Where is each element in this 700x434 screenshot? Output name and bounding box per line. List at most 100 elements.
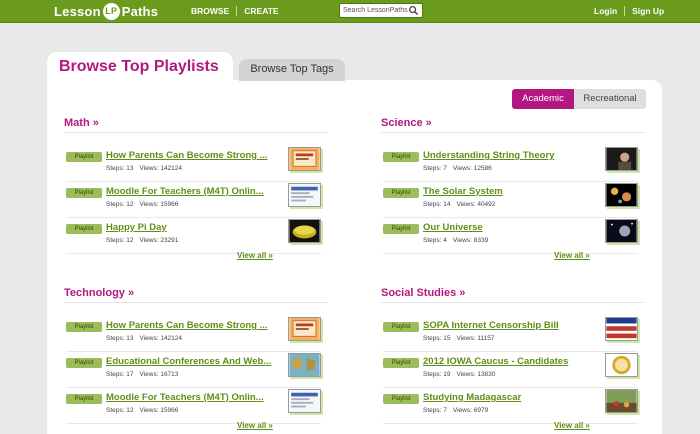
tab-browse-top-playlists[interactable]: Browse Top Playlists bbox=[47, 52, 233, 86]
item-divider bbox=[383, 253, 638, 254]
item-divider bbox=[66, 351, 321, 352]
views-count: 142124 bbox=[160, 335, 183, 342]
playlist-stats: Steps: 12 Views: 15966 bbox=[106, 201, 178, 208]
steps-count: 4 bbox=[443, 237, 447, 244]
academic-toggle-button[interactable]: Academic bbox=[512, 89, 574, 109]
section-title-link[interactable]: Science » bbox=[381, 117, 432, 129]
playlist-stats: Steps: 19 Views: 13830 bbox=[423, 371, 495, 378]
search-icon[interactable] bbox=[408, 5, 419, 16]
playlist-item: Playlist The Solar System Steps: 14 Views: … bbox=[383, 183, 638, 222]
views-label: Views: bbox=[139, 165, 159, 172]
steps-label: Steps: bbox=[106, 165, 125, 172]
item-divider bbox=[66, 217, 321, 218]
view-all-link[interactable]: View all » bbox=[237, 251, 273, 260]
playlist-thumbnail[interactable] bbox=[605, 389, 638, 413]
playlist-title-link[interactable]: How Parents Can Become Strong ... bbox=[106, 320, 268, 331]
item-divider bbox=[66, 423, 321, 424]
signup-link[interactable]: Sign Up bbox=[632, 6, 664, 16]
playlist-item: Playlist Educational Conferences And Web.… bbox=[66, 353, 321, 392]
views-count: 40492 bbox=[477, 201, 496, 208]
nav-divider bbox=[236, 6, 238, 16]
logo-text-right: Paths bbox=[121, 4, 159, 19]
playlist-thumbnail[interactable] bbox=[605, 219, 638, 243]
tab-browse-top-tags[interactable]: Browse Top Tags bbox=[239, 59, 345, 81]
nav-create-link[interactable]: CREATE bbox=[244, 6, 278, 16]
section-title-link[interactable]: Technology » bbox=[64, 287, 134, 299]
playlist-badge: Playlist bbox=[66, 188, 102, 198]
views-label: Views: bbox=[139, 371, 159, 378]
lessonpaths-logo[interactable]: Lesson LP Paths bbox=[54, 3, 158, 20]
playlist-title-link[interactable]: Moodle For Teachers (M4T) Onlin... bbox=[106, 186, 264, 197]
login-link[interactable]: Login bbox=[594, 6, 617, 16]
views-label: Views: bbox=[139, 407, 159, 414]
playlist-title-link[interactable]: Educational Conferences And Web... bbox=[106, 356, 271, 367]
playlist-stats: Steps: 12 Views: 15966 bbox=[106, 407, 178, 414]
playlist-title-link[interactable]: Studying Madagascar bbox=[423, 392, 521, 403]
playlist-thumbnail[interactable] bbox=[288, 353, 321, 377]
playlist-thumbnail[interactable] bbox=[605, 353, 638, 377]
views-count: 15966 bbox=[160, 407, 179, 414]
top-navigation-bar: Lesson LP Paths BROWSE CREATE Search Les… bbox=[0, 0, 700, 23]
section-divider bbox=[381, 132, 644, 133]
steps-count: 12 bbox=[126, 407, 134, 414]
steps-label: Steps: bbox=[423, 237, 442, 244]
item-divider bbox=[66, 387, 321, 388]
playlist-thumbnail[interactable] bbox=[288, 183, 321, 207]
steps-label: Steps: bbox=[423, 201, 442, 208]
section-divider bbox=[64, 132, 327, 133]
playlist-thumbnail[interactable] bbox=[288, 147, 321, 171]
playlist-title-link[interactable]: SOPA Internet Censorship Bill bbox=[423, 320, 559, 331]
playlist-stats: Steps: 13 Views: 142124 bbox=[106, 165, 182, 172]
views-label: Views: bbox=[452, 165, 472, 172]
views-label: Views: bbox=[452, 237, 472, 244]
search-input[interactable]: Search LessonPaths bbox=[339, 3, 423, 18]
playlist-stats: Steps: 7 Views: 6979 bbox=[423, 407, 488, 414]
playlist-thumbnail[interactable] bbox=[288, 317, 321, 341]
steps-count: 14 bbox=[443, 201, 451, 208]
playlist-title-link[interactable]: The Solar System bbox=[423, 186, 503, 197]
item-divider bbox=[383, 351, 638, 352]
view-all-link[interactable]: View all » bbox=[554, 251, 590, 260]
playlist-title-link[interactable]: Happy Pi Day bbox=[106, 222, 167, 233]
steps-label: Steps: bbox=[106, 201, 125, 208]
playlist-title-link[interactable]: 2012 IOWA Caucus - Candidates bbox=[423, 356, 568, 367]
playlist-title-link[interactable]: How Parents Can Become Strong ... bbox=[106, 150, 268, 161]
steps-label: Steps: bbox=[106, 237, 125, 244]
steps-count: 17 bbox=[126, 371, 134, 378]
view-all-link[interactable]: View all » bbox=[237, 421, 273, 430]
playlist-title-link[interactable]: Our Universe bbox=[423, 222, 483, 233]
playlist-thumbnail[interactable] bbox=[288, 219, 321, 243]
item-divider bbox=[383, 217, 638, 218]
view-all-link[interactable]: View all » bbox=[554, 421, 590, 430]
views-label: Views: bbox=[139, 335, 159, 342]
playlist-badge: Playlist bbox=[383, 188, 419, 198]
playlist-title-link[interactable]: Moodle For Teachers (M4T) Onlin... bbox=[106, 392, 264, 403]
section-title-link[interactable]: Math » bbox=[64, 117, 99, 129]
steps-count: 7 bbox=[443, 165, 447, 172]
playlist-thumbnail[interactable] bbox=[605, 317, 638, 341]
playlist-item: Playlist Our Universe Steps: 4 Views: 8339 bbox=[383, 219, 638, 258]
playlist-thumbnail[interactable] bbox=[288, 389, 321, 413]
section-divider bbox=[64, 302, 327, 303]
playlist-thumbnail[interactable] bbox=[605, 183, 638, 207]
section-divider bbox=[381, 302, 644, 303]
playlist-badge: Playlist bbox=[383, 322, 419, 332]
views-count: 142124 bbox=[160, 165, 183, 172]
nav-browse-link[interactable]: BROWSE bbox=[191, 6, 229, 16]
recreational-toggle-button[interactable]: Recreational bbox=[574, 89, 646, 109]
main-nav: BROWSE CREATE bbox=[191, 6, 279, 16]
playlist-badge: Playlist bbox=[66, 224, 102, 234]
playlist-stats: Steps: 4 Views: 8339 bbox=[423, 237, 488, 244]
playlist-thumbnail[interactable] bbox=[605, 147, 638, 171]
auth-links: Login Sign Up bbox=[594, 6, 664, 16]
views-count: 16713 bbox=[160, 371, 179, 378]
playlist-title-link[interactable]: Understanding String Theory bbox=[423, 150, 554, 161]
section-title-link[interactable]: Social Studies » bbox=[381, 287, 465, 299]
steps-label: Steps: bbox=[106, 407, 125, 414]
steps-label: Steps: bbox=[423, 335, 442, 342]
playlist-item: Playlist 2012 IOWA Caucus - Candidates Ste… bbox=[383, 353, 638, 392]
playlist-badge: Playlist bbox=[383, 224, 419, 234]
steps-count: 15 bbox=[443, 335, 451, 342]
playlist-stats: Steps: 12 Views: 23291 bbox=[106, 237, 178, 244]
item-divider bbox=[66, 253, 321, 254]
